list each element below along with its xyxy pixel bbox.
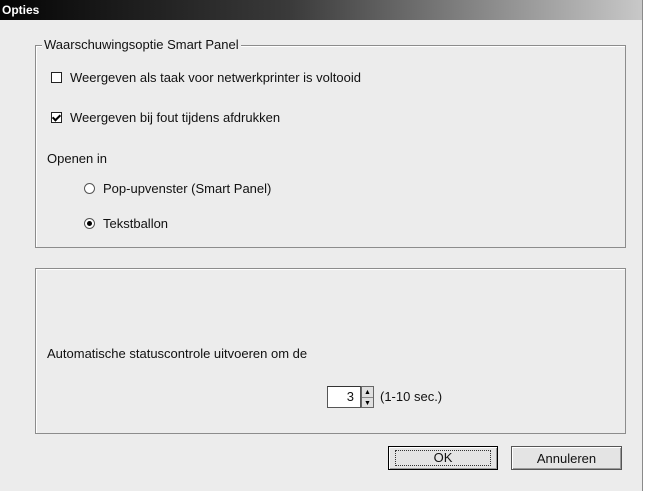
ok-button-label: OK (394, 450, 492, 466)
network-job-done-label: Weergeven als taak voor netwerkprinter i… (70, 70, 361, 85)
ok-button[interactable]: OK (388, 446, 498, 470)
interval-input[interactable]: 3 (327, 386, 361, 408)
title-bar[interactable]: Opties (0, 0, 642, 20)
spin-down-icon[interactable]: ▼ (362, 398, 373, 408)
open-in-label: Openen in (47, 151, 107, 166)
popup-window-radio[interactable] (84, 183, 95, 194)
spin-up-icon[interactable]: ▲ (362, 387, 373, 398)
text-balloon-label: Tekstballon (103, 216, 169, 231)
cancel-button[interactable]: Annuleren (511, 446, 622, 470)
status-check-label: Automatische statuscontrole uitvoeren om… (47, 346, 308, 361)
interval-spinner[interactable]: ▲ ▼ (361, 386, 374, 408)
options-dialog: Opties Waarschuwingsoptie Smart Panel We… (0, 0, 643, 491)
popup-window-option[interactable]: Pop-upvenster (Smart Panel) (84, 181, 271, 196)
network-job-done-checkbox[interactable] (51, 72, 62, 83)
print-error-checkbox[interactable] (51, 112, 62, 123)
text-balloon-option[interactable]: Tekstballon (84, 216, 168, 231)
text-balloon-radio[interactable] (84, 218, 95, 229)
cancel-button-label: Annuleren (536, 450, 597, 466)
network-job-done-option[interactable]: Weergeven als taak voor netwerkprinter i… (51, 70, 361, 85)
notify-options-legend: Waarschuwingsoptie Smart Panel (42, 37, 241, 52)
interval-range-label: (1-10 sec.) (380, 389, 443, 404)
print-error-label: Weergeven bij fout tijdens afdrukken (70, 110, 281, 125)
popup-window-label: Pop-upvenster (Smart Panel) (103, 181, 272, 196)
window-title: Opties (2, 3, 40, 17)
print-error-option[interactable]: Weergeven bij fout tijdens afdrukken (51, 110, 280, 125)
